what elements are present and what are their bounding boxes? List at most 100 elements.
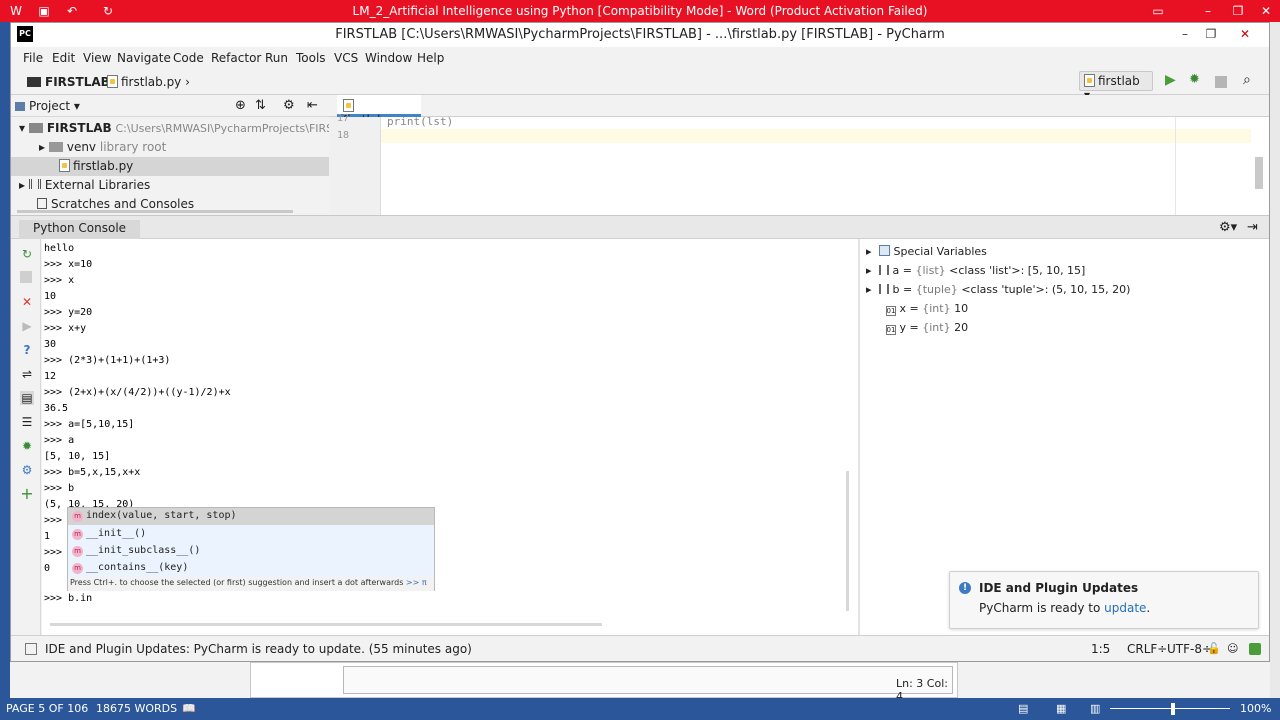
variable-row-x[interactable]: 01 x = {int} 10 <box>882 302 968 316</box>
menu-file[interactable]: File <box>23 51 43 65</box>
menu-edit[interactable]: Edit <box>52 51 75 65</box>
file-encoding[interactable]: UTF-8÷ <box>1167 642 1212 656</box>
status-message[interactable]: IDE and Plugin Updates: PyCharm is ready… <box>45 642 472 656</box>
event-log-icon[interactable] <box>1249 643 1261 655</box>
breadcrumb-project[interactable]: FIRSTLAB <box>27 75 110 89</box>
attach-debugger-icon[interactable]: ✹ <box>20 439 34 453</box>
menu-refactor[interactable]: Refactor <box>211 51 261 65</box>
word-close-icon[interactable]: ✕ <box>1258 3 1274 19</box>
console-input[interactable]: >>> b.in <box>44 593 92 604</box>
project-view-dropdown[interactable]: Project ▾ <box>15 99 80 113</box>
update-link[interactable]: update <box>1104 601 1146 615</box>
code-editor[interactable]: 17 18 print(lst) <box>329 113 1269 215</box>
proofing-icon[interactable]: 📖 <box>182 702 196 715</box>
word-right-edge <box>1270 22 1280 698</box>
inspector-icon[interactable]: ☺ <box>1227 642 1238 655</box>
menu-code[interactable]: Code <box>173 51 204 65</box>
pycharm-window: PC FIRSTLAB [C:\Users\RMWASI\PycharmProj… <box>10 22 1270 662</box>
close-console-icon[interactable]: ✕ <box>20 295 34 309</box>
special-variables-row[interactable]: ▸ Special Variables <box>866 245 987 258</box>
variable-row-y[interactable]: 01 y = {int} 20 <box>882 321 968 335</box>
tab-firstlab-py[interactable]: firstlab.py ✕ <box>337 95 421 141</box>
console-settings-icon[interactable]: ⚙ <box>20 463 34 477</box>
debug-icon[interactable]: ✹ <box>1189 72 1200 87</box>
project-icon <box>15 102 25 111</box>
tree-item-firstlab[interactable]: ▾ FIRSTLAB C:\Users\RMWASI\PycharmProjec… <box>19 121 361 135</box>
console-hide-icon[interactable]: ⇥ <box>1247 220 1258 235</box>
root-folder-label: FIRSTLAB <box>46 121 112 135</box>
line-separator[interactable]: CRLF÷ <box>1127 642 1167 656</box>
menu-view[interactable]: View <box>83 51 111 65</box>
rerun-icon[interactable]: ↻ <box>20 247 34 261</box>
menu-run[interactable]: Run <box>265 51 288 65</box>
breadcrumb-file[interactable]: firstlab.py › <box>107 75 190 89</box>
editor-scrollbar[interactable] <box>1255 157 1263 189</box>
ribbon-display-icon[interactable]: ▭ <box>1150 3 1166 19</box>
variable-row-a[interactable]: ▸ a = {list} <class 'list'>: [5, 10, 15] <box>866 264 1085 277</box>
maximize-icon[interactable]: ❐ <box>1201 25 1221 43</box>
word-minimize-icon[interactable]: – <box>1200 3 1216 19</box>
read-mode-icon[interactable]: ▤ <box>1018 702 1028 715</box>
execute-icon[interactable]: ▶ <box>20 319 34 333</box>
right-margin-guide <box>1175 117 1176 215</box>
project-tree: ▾ FIRSTLAB C:\Users\RMWASI\PycharmProjec… <box>11 117 361 215</box>
method-icon: m <box>72 511 83 522</box>
menu-tools[interactable]: Tools <box>296 51 326 65</box>
completion-item-index[interactable]: m index(value, start, stop) <box>68 508 434 525</box>
word-restore-icon[interactable]: ❐ <box>1230 3 1246 19</box>
project-horizontal-scrollbar[interactable] <box>17 210 293 213</box>
folder-icon <box>28 123 43 133</box>
int-variable-icon: 01 <box>885 306 896 316</box>
variable-type: {list} <box>915 264 946 277</box>
zoom-slider-thumb[interactable] <box>1171 703 1175 715</box>
status-tool-windows-icon[interactable] <box>25 643 37 655</box>
minimize-icon[interactable]: – <box>1175 25 1195 43</box>
new-console-icon[interactable]: + <box>20 486 34 502</box>
completion-item-init[interactable]: m __init__() <box>68 526 434 543</box>
tree-item-external-libraries[interactable]: ▸ External Libraries <box>19 178 150 192</box>
soft-wrap-icon[interactable]: ⇌ <box>20 367 34 381</box>
locate-icon[interactable]: ⊕ <box>235 98 246 113</box>
console-line: >>> b=5,x,15,x+x <box>44 467 141 478</box>
console-vertical-scrollbar[interactable] <box>846 471 849 611</box>
run-configuration-select[interactable]: firstlab ▾ <box>1079 71 1153 102</box>
completion-item-init-subclass[interactable]: m __init_subclass__() <box>68 543 434 560</box>
word-word-count[interactable]: 18675 WORDS <box>96 702 177 715</box>
search-icon[interactable]: ⌕ <box>1243 72 1251 88</box>
tree-item-firstlab-py[interactable]: firstlab.py <box>11 157 329 176</box>
python-file-icon <box>107 75 118 88</box>
menu-navigate[interactable]: Navigate <box>117 51 171 65</box>
completion-hint-text: Press Ctrl+. to choose the selected (or … <box>70 578 404 587</box>
stop-icon[interactable] <box>20 271 32 283</box>
history-icon[interactable]: ☰ <box>20 415 34 429</box>
console-settings-gear-icon[interactable]: ⚙▾ <box>1219 220 1237 235</box>
help-icon[interactable]: ? <box>20 343 34 357</box>
run-icon[interactable]: ▶ <box>1165 72 1176 88</box>
hide-panel-icon[interactable]: ⇤ <box>307 98 318 113</box>
caret-position[interactable]: 1:5 <box>1091 642 1110 656</box>
variable-value: <class 'list'>: [5, 10, 15] <box>949 264 1086 277</box>
zoom-slider[interactable] <box>1110 708 1230 709</box>
word-page-count[interactable]: PAGE 5 OF 106 <box>6 702 88 715</box>
print-layout-icon[interactable]: ▦ <box>1056 702 1066 715</box>
zoom-level[interactable]: 100% <box>1240 702 1271 715</box>
read-only-lock-icon[interactable]: 🔓 <box>1207 642 1221 655</box>
notification-body: PyCharm is ready to update. <box>979 601 1150 615</box>
console-horizontal-scrollbar[interactable] <box>50 623 602 626</box>
variable-row-b[interactable]: ▸ b = {tuple} <class 'tuple'>: (5, 10, 1… <box>866 283 1130 296</box>
menu-window[interactable]: Window <box>365 51 412 65</box>
menu-help[interactable]: Help <box>417 51 444 65</box>
completion-item-contains[interactable]: m __contains__(key) <box>68 560 434 577</box>
close-icon[interactable]: ✕ <box>1235 25 1255 43</box>
tree-item-venv[interactable]: ▸ venv library root <box>39 140 166 154</box>
settings-gear-icon[interactable]: ⚙ <box>283 98 295 113</box>
tree-item-scratches[interactable]: Scratches and Consoles <box>37 197 194 211</box>
console-title[interactable]: Python Console <box>19 220 141 239</box>
collapse-icon[interactable]: ⇅ <box>255 98 266 113</box>
completion-pi-icon[interactable]: π <box>422 578 427 587</box>
show-variables-icon[interactable]: ▤ <box>20 391 34 405</box>
web-layout-icon[interactable]: ▥ <box>1090 702 1100 715</box>
completion-hint-link[interactable]: >> <box>406 578 419 587</box>
stop-icon[interactable] <box>1215 76 1227 88</box>
menu-vcs[interactable]: VCS <box>334 51 358 65</box>
